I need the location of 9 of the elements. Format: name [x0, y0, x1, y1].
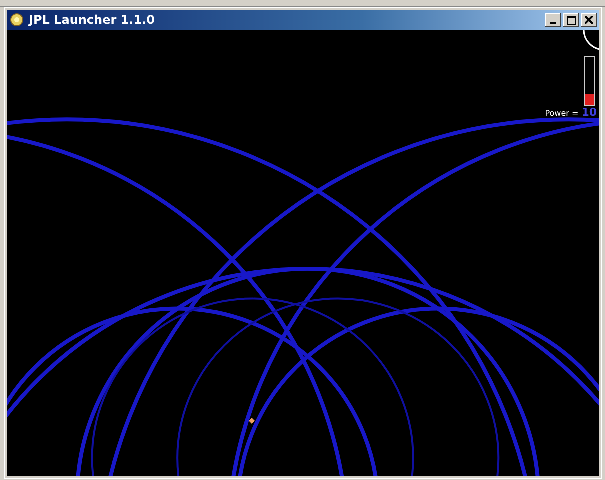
maximize-icon: [566, 16, 576, 24]
window-title: JPL Launcher 1.1.0: [29, 13, 156, 27]
close-icon: [585, 16, 593, 24]
close-button[interactable]: [581, 13, 597, 27]
power-value: 10: [582, 106, 597, 119]
minimize-button[interactable]: [545, 13, 561, 27]
app-icon: [9, 12, 25, 28]
maximize-button[interactable]: [563, 13, 579, 27]
power-label: Power =: [545, 109, 579, 118]
